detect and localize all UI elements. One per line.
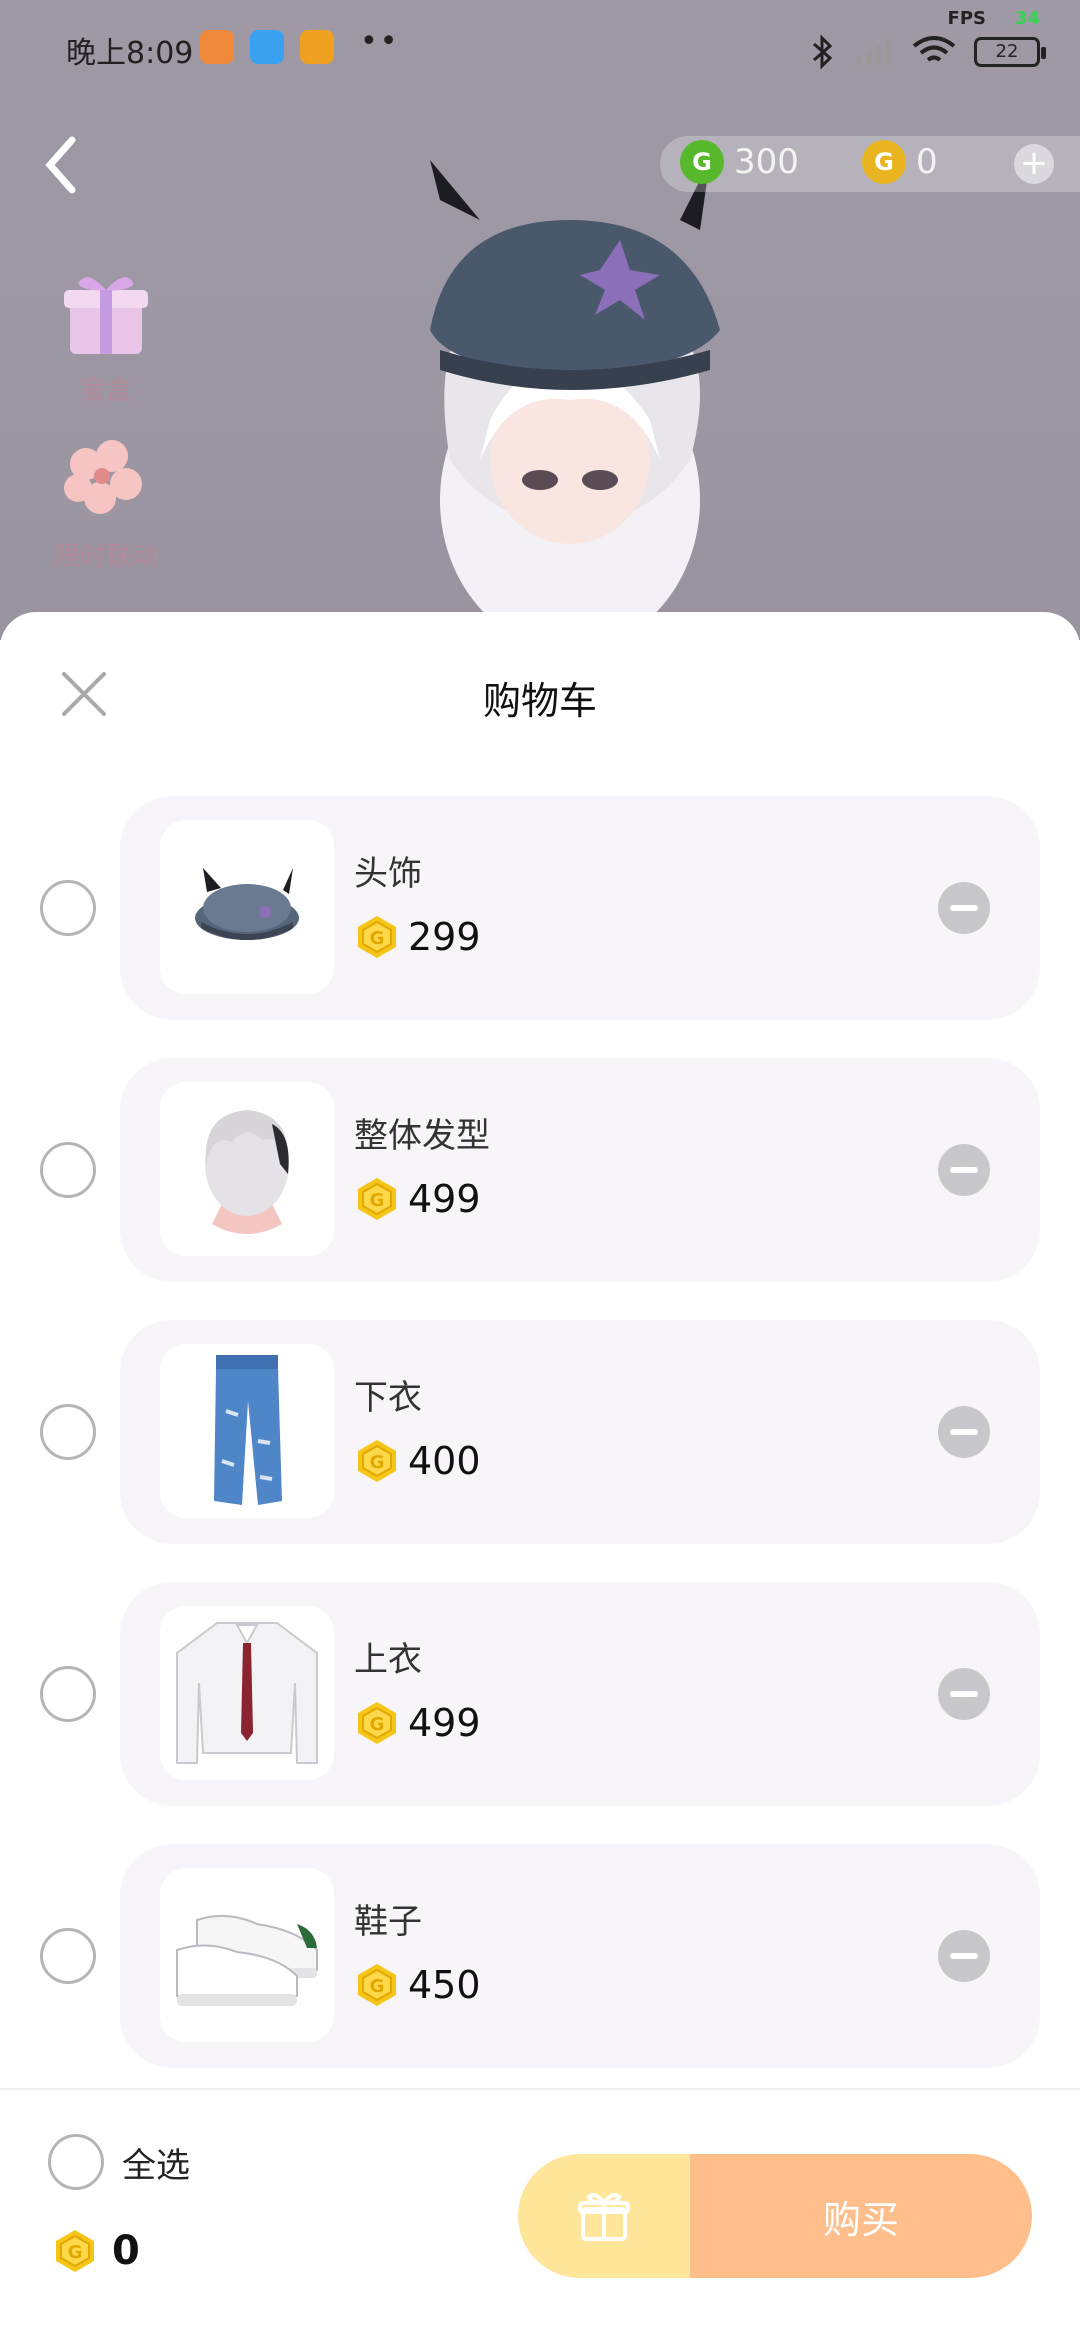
back-arrow-icon[interactable] xyxy=(36,130,86,200)
remove-item-button[interactable] xyxy=(938,1144,990,1196)
side-item-limited-event[interactable]: 限时联动 xyxy=(46,428,166,573)
cart-footer: 全选 G 0 购买 xyxy=(0,2088,1080,2340)
item-name: 下衣 xyxy=(354,1378,422,1418)
gift-box-icon xyxy=(64,277,148,354)
gold-coin-icon: G xyxy=(358,1178,396,1220)
bluetooth-icon xyxy=(813,34,833,70)
remove-item-button[interactable] xyxy=(938,1668,990,1720)
gold-coin-icon: G xyxy=(358,1964,396,2006)
status-bar: 晚上8:09 •• FPS 34 22 xyxy=(0,0,1080,96)
item-price: 450 xyxy=(408,1963,481,2007)
status-time: 晚上8:09 xyxy=(66,36,194,71)
item-price-row: G 400 xyxy=(354,1438,481,1484)
cart-sheet: 购物车 头饰 G 299 整体发型 G 499 下衣 G 400 上衣 G 49… xyxy=(0,612,1080,2340)
buy-button[interactable]: 购买 xyxy=(690,2154,1032,2278)
item-price: 499 xyxy=(408,1701,481,1745)
side-item-label: 盲盒 xyxy=(79,376,132,406)
item-card[interactable]: 上衣 G 499 xyxy=(120,1582,1040,1806)
currency-gold: G 0 xyxy=(862,140,938,184)
svg-text:G: G xyxy=(370,1190,385,1211)
gift-icon xyxy=(578,2193,630,2241)
item-name: 鞋子 xyxy=(354,1902,422,1942)
shirt-icon xyxy=(176,1622,318,1764)
gold-coin-icon: G xyxy=(56,2230,94,2272)
remove-item-button[interactable] xyxy=(938,1930,990,1982)
item-select-radio[interactable] xyxy=(40,1666,96,1722)
action-buttons: 购买 xyxy=(518,2154,1032,2278)
item-select-radio[interactable] xyxy=(40,1928,96,1984)
item-price: 400 xyxy=(408,1439,481,1483)
total-value: 0 xyxy=(112,2228,140,2274)
signal-icon xyxy=(856,39,892,65)
status-icons: 22 xyxy=(810,30,1046,74)
hat-icon xyxy=(195,868,299,940)
remove-item-button[interactable] xyxy=(938,1406,990,1458)
jeans-icon xyxy=(214,1355,282,1505)
green-currency-value: 300 xyxy=(734,142,799,182)
fps-value: 34 xyxy=(1014,8,1040,29)
hair-icon xyxy=(205,1110,289,1234)
currency-green: G 300 xyxy=(680,140,799,184)
item-price-row: G 499 xyxy=(354,1700,481,1746)
cart-item: 头饰 G 299 xyxy=(0,796,1080,1020)
item-thumbnail xyxy=(160,820,334,994)
item-card[interactable]: 头饰 G 299 xyxy=(120,796,1040,1020)
total-price: G 0 xyxy=(52,2228,140,2274)
flower-icon xyxy=(64,440,142,514)
svg-text:G: G xyxy=(370,1452,385,1473)
more-notifications-icon: •• xyxy=(360,24,400,59)
item-thumbnail xyxy=(160,1606,334,1780)
item-thumbnail xyxy=(160,1868,334,2042)
cart-item: 鞋子 G 450 xyxy=(0,1844,1080,2068)
side-item-label: 限时联动 xyxy=(53,542,158,572)
green-g-coin-icon: G xyxy=(680,140,724,184)
message-notification-icon xyxy=(300,30,334,64)
gold-g-coin-icon: G xyxy=(862,140,906,184)
gold-coin-icon: G xyxy=(358,1702,396,1744)
item-card[interactable]: 下衣 G 400 xyxy=(120,1320,1040,1544)
cart-title: 购物车 xyxy=(482,679,597,723)
svg-text:G: G xyxy=(370,1976,385,1997)
item-price-row: G 499 xyxy=(354,1176,481,1222)
wifi-icon xyxy=(912,36,956,62)
weather-notification-icon xyxy=(250,30,284,64)
gold-currency-value: 0 xyxy=(916,142,938,182)
app-notification-icon xyxy=(200,30,234,64)
item-card[interactable]: 鞋子 G 450 xyxy=(120,1844,1040,2068)
fps-label: FPS xyxy=(947,8,986,29)
item-select-radio[interactable] xyxy=(40,880,96,936)
select-all[interactable]: 全选 xyxy=(48,2134,190,2190)
svg-text:G: G xyxy=(370,928,385,949)
cart-item: 上衣 G 499 xyxy=(0,1582,1080,1806)
item-name: 上衣 xyxy=(354,1640,422,1680)
svg-text:G: G xyxy=(68,2242,83,2263)
item-price-row: G 450 xyxy=(354,1962,481,2008)
gold-coin-icon: G xyxy=(358,916,396,958)
item-thumbnail xyxy=(160,1344,334,1518)
item-price-row: G 299 xyxy=(354,914,481,960)
sneakers-icon xyxy=(176,1914,318,2006)
gift-button[interactable] xyxy=(518,2154,690,2278)
remove-item-button[interactable] xyxy=(938,882,990,934)
gold-coin-icon: G xyxy=(358,1440,396,1482)
avatar-character xyxy=(430,160,720,640)
cart-item: 下衣 G 400 xyxy=(0,1320,1080,1544)
select-all-radio[interactable] xyxy=(48,2134,104,2190)
cart-item: 整体发型 G 499 xyxy=(0,1058,1080,1282)
svg-text:G: G xyxy=(370,1714,385,1735)
item-select-radio[interactable] xyxy=(40,1142,96,1198)
item-card[interactable]: 整体发型 G 499 xyxy=(120,1058,1040,1282)
item-name: 头饰 xyxy=(354,854,422,894)
item-select-radio[interactable] xyxy=(40,1404,96,1460)
item-price: 499 xyxy=(408,1177,481,1221)
item-thumbnail xyxy=(160,1082,334,1256)
add-currency-button[interactable]: + xyxy=(1014,144,1054,184)
select-all-label: 全选 xyxy=(122,2145,190,2186)
side-item-blind-box[interactable]: 盲盒 xyxy=(46,262,166,407)
battery-icon: 22 xyxy=(974,37,1046,67)
item-name: 整体发型 xyxy=(354,1116,490,1156)
item-price: 299 xyxy=(408,915,481,959)
